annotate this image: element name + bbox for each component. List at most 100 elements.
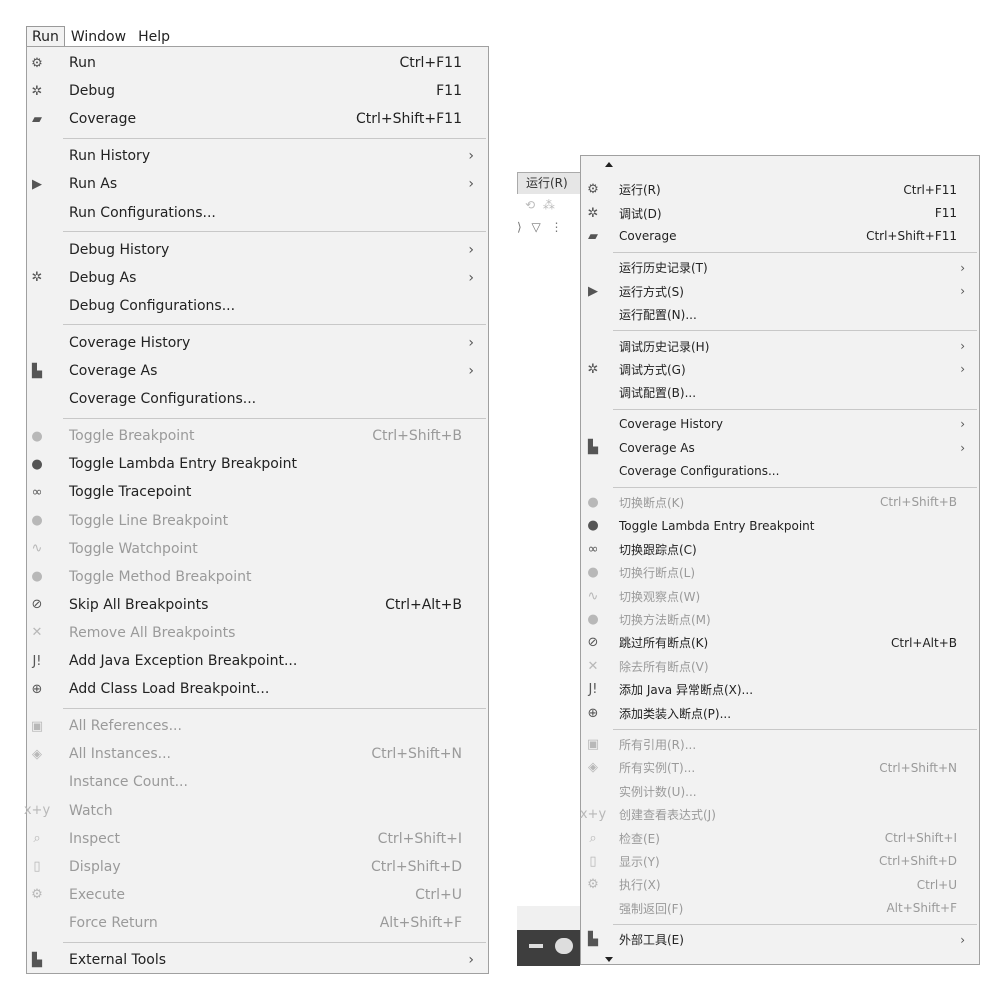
menu-item[interactable]: 调试历史记录(H) › <box>581 334 979 357</box>
line-breakpoint-icon: ● <box>587 565 599 581</box>
menu-item[interactable]: ⊕ 添加类装入断点(P)... <box>581 701 979 724</box>
menu-item-label: 调试配置(B)... <box>619 386 697 401</box>
play-circle-icon: ▶ <box>32 176 42 192</box>
menu-item[interactable]: ∿ 切换观察点(W) <box>581 584 979 607</box>
execute-icon: ⚙ <box>587 877 599 893</box>
menu-item[interactable]: 运行配置(N)... <box>581 303 979 326</box>
menu-item[interactable]: ● Toggle Lambda Entry Breakpoint <box>27 450 488 478</box>
menu-item[interactable]: ∞ 切换跟踪点(C) <box>581 538 979 561</box>
ide-run-menu-label[interactable]: 运行(R) <box>517 172 580 194</box>
scroll-up-arrow-icon[interactable] <box>605 162 613 167</box>
menubar-window[interactable]: Window <box>65 26 132 46</box>
menu-item[interactable]: ✕ 除去所有断点(V) <box>581 655 979 678</box>
menu-item[interactable]: ● 切换方法断点(M) <box>581 608 979 631</box>
menu-item[interactable]: ▙ Coverage As › <box>27 357 488 385</box>
menu-item[interactable]: ▣ All References... <box>27 712 488 740</box>
menu-item[interactable]: Debug History › <box>27 236 488 264</box>
menu-item[interactable]: ∿ Toggle Watchpoint <box>27 535 488 563</box>
menu-item[interactable]: ▰ Coverage Ctrl+Shift+F11 <box>581 225 979 248</box>
menu-item-label: Force Return <box>69 914 158 931</box>
breakpoint-icon: ● <box>587 494 599 510</box>
skip-breakpoints-icon: ⊘ <box>587 635 599 651</box>
menu-separator <box>63 137 486 139</box>
bug-icon: ✲ <box>587 205 599 221</box>
menu-item-label: Run As <box>69 176 118 193</box>
menu-item-shortcut: Ctrl+Shift+N <box>879 760 957 775</box>
taskbar-icon[interactable] <box>529 944 543 948</box>
menu-item[interactable]: ◈ 所有实例(T)... Ctrl+Shift+N <box>581 756 979 779</box>
menu-item[interactable]: ⊘ Skip All Breakpoints Ctrl+Alt+B <box>27 591 488 619</box>
menu-item[interactable]: x+y 创建查看表达式(J) <box>580 803 979 826</box>
menubar: Run Window Help <box>26 26 176 46</box>
instances-icon: ◈ <box>588 760 598 776</box>
menu-item[interactable]: ▙ External Tools › <box>27 946 488 974</box>
taskbar-app-icon[interactable] <box>555 938 573 954</box>
menu-item[interactable]: 实例计数(U)... <box>581 780 979 803</box>
menu-item-shortcut: Alt+Shift+F <box>886 901 957 916</box>
menu-item[interactable]: Force Return Alt+Shift+F <box>27 909 488 937</box>
scroll-down-arrow-icon[interactable] <box>605 957 613 962</box>
menu-item-label: Coverage Configurations... <box>619 464 780 479</box>
menu-item[interactable]: Coverage History › <box>581 413 979 436</box>
menu-item[interactable]: ✲ 调试(D) F11 <box>581 201 979 224</box>
menu-item[interactable]: ● 切换断点(K) Ctrl+Shift+B <box>581 491 979 514</box>
menu-item-label: 调试方式(G) <box>619 362 686 377</box>
menu-item[interactable]: 调试配置(B)... <box>581 381 979 404</box>
menu-item[interactable]: J! Add Java Exception Breakpoint... <box>27 647 488 675</box>
menu-item-label: 调试历史记录(H) <box>619 339 710 354</box>
menu-item[interactable]: ● Toggle Breakpoint Ctrl+Shift+B <box>27 422 488 450</box>
menu-item-label: Add Java Exception Breakpoint... <box>69 653 298 669</box>
menu-item[interactable]: ⌕ Inspect Ctrl+Shift+I <box>27 825 488 853</box>
menu-item[interactable]: ● Toggle Line Breakpoint <box>27 507 488 535</box>
menu-item[interactable]: Instance Count... <box>27 768 488 796</box>
menu-item[interactable]: ⊘ 跳过所有断点(K) Ctrl+Alt+B <box>581 631 979 654</box>
menu-item[interactable]: ✲ Debug As › <box>27 264 488 292</box>
menu-item[interactable]: ✲ Debug F11 <box>27 77 488 105</box>
menu-item[interactable]: J! 添加 Java 异常断点(X)... <box>581 678 979 701</box>
menu-item-label: Skip All Breakpoints <box>69 596 209 613</box>
menu-item-shortcut: Ctrl+Shift+I <box>884 831 957 846</box>
menu-item-shortcut: Ctrl+Shift+N <box>371 746 462 763</box>
menu-item[interactable]: Coverage History › <box>27 329 488 357</box>
menu-item[interactable]: Debug Configurations... <box>27 292 488 320</box>
menu-item[interactable]: ⚙ Run Ctrl+F11 <box>27 49 488 77</box>
coverage-icon: ▰ <box>588 228 598 244</box>
menu-item[interactable]: ▙ 外部工具(E) › <box>581 928 979 951</box>
menubar-help[interactable]: Help <box>132 26 176 46</box>
menu-item[interactable]: Run History › <box>27 142 488 170</box>
menu-item[interactable]: ▶ Run As › <box>27 170 488 198</box>
menu-item[interactable]: ▯ Display Ctrl+Shift+D <box>27 853 488 881</box>
menu-item[interactable]: ⚙ Execute Ctrl+U <box>27 881 488 909</box>
menu-item[interactable]: ▣ 所有引用(R)... <box>581 733 979 756</box>
menu-item-label: Coverage Configurations... <box>69 391 257 408</box>
menu-item[interactable]: ▯ 显示(Y) Ctrl+Shift+D <box>581 850 979 873</box>
coverage-as-icon: ▙ <box>32 363 42 379</box>
menu-item[interactable]: Coverage Configurations... <box>27 385 488 413</box>
menu-item[interactable]: ⊕ Add Class Load Breakpoint... <box>27 675 488 703</box>
menu-item[interactable]: ● Toggle Lambda Entry Breakpoint <box>581 514 979 537</box>
menu-item-label: 切换行断点(L) <box>619 566 696 581</box>
menu-item[interactable]: x+y Watch <box>24 797 488 825</box>
menu-separator <box>63 231 486 233</box>
menu-item[interactable]: ✕ Remove All Breakpoints <box>27 619 488 647</box>
menu-item[interactable]: Run Configurations... <box>27 199 488 227</box>
chevron-right-icon: › <box>468 363 474 379</box>
menu-item[interactable]: ⚙ 运行(R) Ctrl+F11 <box>581 178 979 201</box>
menu-item[interactable]: Coverage Configurations... <box>581 459 979 482</box>
menu-item-label: 创建查看表达式(J) <box>619 808 716 823</box>
menu-item[interactable]: ▶ 运行方式(S) › <box>581 280 979 303</box>
menu-item[interactable]: ● Toggle Method Breakpoint <box>27 563 488 591</box>
menu-item[interactable]: 运行历史记录(T) › <box>581 256 979 279</box>
menu-item[interactable]: ⌕ 检查(E) Ctrl+Shift+I <box>581 826 979 849</box>
menu-item[interactable]: ✲ 调试方式(G) › <box>581 358 979 381</box>
menu-item[interactable]: ▙ Coverage As › <box>581 436 979 459</box>
menu-item[interactable]: ⚙ 执行(X) Ctrl+U <box>581 873 979 896</box>
menu-item-label: Display <box>69 858 121 875</box>
menu-item[interactable]: ● 切换行断点(L) <box>581 561 979 584</box>
menu-item[interactable]: ∞ Toggle Tracepoint <box>27 478 488 506</box>
menu-item[interactable]: 强制返回(F) Alt+Shift+F <box>581 897 979 920</box>
menu-item[interactable]: ◈ All Instances... Ctrl+Shift+N <box>27 740 488 768</box>
menu-item[interactable]: ▰ Coverage Ctrl+Shift+F11 <box>27 105 488 133</box>
java-exception-icon: J! <box>588 682 598 698</box>
menubar-run[interactable]: Run <box>26 26 65 46</box>
